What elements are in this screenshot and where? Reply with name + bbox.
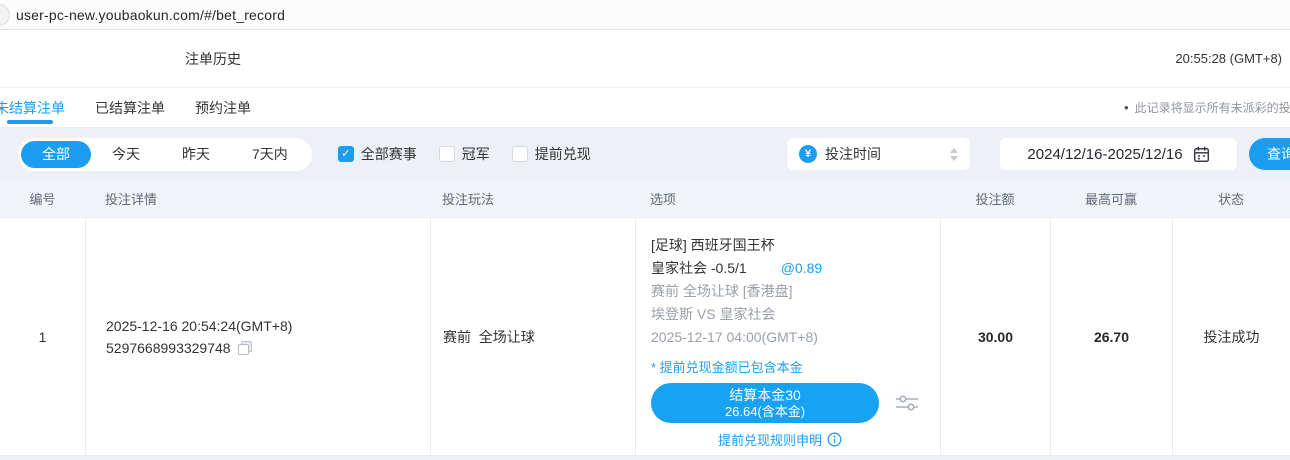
quick-filter-yesterday[interactable]: 昨天 <box>161 141 231 168</box>
bullet-icon: • <box>1124 100 1129 115</box>
page-header: 注单历史 20:55:28 (GMT+8) <box>0 30 1290 88</box>
odds-value: @0.89 <box>781 257 822 280</box>
selection-name: 皇家社会 -0.5/1 <box>651 257 747 280</box>
cashout-button[interactable]: 结算本金30 26.64(含本金) <box>651 383 879 423</box>
bet-id: 5297668993329748 <box>106 340 231 356</box>
tabs-row: 未结算注单 已结算注单 预约注单 • 此记录将显示所有未派彩的投 <box>0 88 1290 128</box>
bet-time: 2025-12-16 20:54:24(GMT+8) <box>106 318 430 334</box>
header-bet-details: 投注详情 <box>85 189 430 208</box>
bet-time-sort-dropdown[interactable]: ¥ 投注时间 <box>787 138 970 170</box>
header-status: 状态 <box>1172 189 1290 208</box>
date-quick-filter-group: 全部 今天 昨天 7天内 <box>18 138 312 171</box>
filter-bar: 全部 今天 昨天 7天内 ✓ 全部赛事 冠军 提前兑现 ¥ 投注时间 2024/… <box>0 128 1290 180</box>
row-no: 1 <box>0 218 85 455</box>
cashout-note: * 提前兑现金额已包含本金 <box>651 358 925 378</box>
quick-filter-today[interactable]: 今天 <box>91 141 161 168</box>
match-time: 2025-12-17 04:00(GMT+8) <box>651 326 925 349</box>
checkbox-unchecked-icon <box>439 146 455 162</box>
browser-site-icon[interactable] <box>0 4 10 26</box>
sort-dropdown-label: 投注时间 <box>825 144 881 164</box>
league-name: [足球] 西班牙国王杯 <box>651 234 925 257</box>
query-button[interactable]: 查询 <box>1249 138 1290 170</box>
checkbox-champion[interactable]: 冠军 <box>439 144 490 164</box>
cashout-rule-link[interactable]: 提前兑现规则申明 <box>651 430 909 449</box>
copy-icon[interactable] <box>238 341 252 355</box>
checkbox-champion-label: 冠军 <box>462 144 490 164</box>
quick-filter-all[interactable]: 全部 <box>21 141 91 168</box>
header-max-win: 最高可赢 <box>1050 189 1172 208</box>
checkbox-all-events-label: 全部赛事 <box>361 144 417 164</box>
quick-filter-7days[interactable]: 7天内 <box>231 141 309 168</box>
record-note: • 此记录将显示所有未派彩的投 <box>1124 88 1290 127</box>
info-icon <box>827 432 842 447</box>
cashout-button-line1: 结算本金30 <box>729 387 801 404</box>
row-amount: 30.00 <box>940 218 1050 455</box>
checkbox-early-cashout[interactable]: 提前兑现 <box>512 144 591 164</box>
tab-settled[interactable]: 已结算注单 <box>93 88 167 127</box>
header-option: 选项 <box>635 189 940 208</box>
record-note-text: 此记录将显示所有未派彩的投 <box>1135 99 1290 116</box>
checkbox-group: ✓ 全部赛事 冠军 提前兑现 <box>338 144 591 164</box>
tab-unsettled[interactable]: 未结算注单 <box>0 88 67 127</box>
cashout-slider-icon[interactable] <box>895 393 919 413</box>
tab-reserved[interactable]: 预约注单 <box>193 88 253 127</box>
row-option: [足球] 西班牙国王杯 皇家社会 -0.5/1 @0.89 赛前 全场让球 [香… <box>635 218 940 455</box>
table-header: 编号 投注详情 投注玩法 选项 投注额 最高可赢 状态 <box>0 180 1290 218</box>
row-play-type: 赛前 全场让球 <box>430 218 635 455</box>
row-bet-details: 2025-12-16 20:54:24(GMT+8) 5297668993329… <box>85 218 430 455</box>
checkbox-early-cashout-label: 提前兑现 <box>535 144 591 164</box>
browser-url-bar: user-pc-new.youbaokun.com/#/bet_record <box>0 0 1290 30</box>
url-text[interactable]: user-pc-new.youbaokun.com/#/bet_record <box>16 7 285 23</box>
cashout-rule-text: 提前兑现规则申明 <box>718 430 822 449</box>
checkbox-unchecked-icon <box>512 146 528 162</box>
match-teams: 埃登斯 VS 皇家社会 <box>651 303 925 326</box>
row-status: 投注成功 <box>1172 218 1290 455</box>
calendar-icon <box>1193 146 1210 163</box>
checkbox-all-events[interactable]: ✓ 全部赛事 <box>338 144 417 164</box>
server-clock: 20:55:28 (GMT+8) <box>1175 51 1282 66</box>
market-info: 赛前 全场让球 [香港盘] <box>651 280 925 303</box>
select-arrows-icon <box>950 148 958 161</box>
cashout-button-line2: 26.64(含本金) <box>725 404 805 420</box>
date-range-value: 2024/12/16-2025/12/16 <box>1027 146 1182 163</box>
checkbox-checked-icon: ✓ <box>338 146 354 162</box>
header-no: 编号 <box>0 189 85 208</box>
header-play-type: 投注玩法 <box>430 189 635 208</box>
row-max-win: 26.70 <box>1050 218 1172 455</box>
date-range-picker[interactable]: 2024/12/16-2025/12/16 <box>1000 138 1237 170</box>
coin-yuan-icon: ¥ <box>799 145 817 163</box>
page-title: 注单历史 <box>185 49 241 69</box>
table-row: 1 2025-12-16 20:54:24(GMT+8) 52976689933… <box>0 218 1290 456</box>
header-amount: 投注额 <box>940 189 1050 208</box>
